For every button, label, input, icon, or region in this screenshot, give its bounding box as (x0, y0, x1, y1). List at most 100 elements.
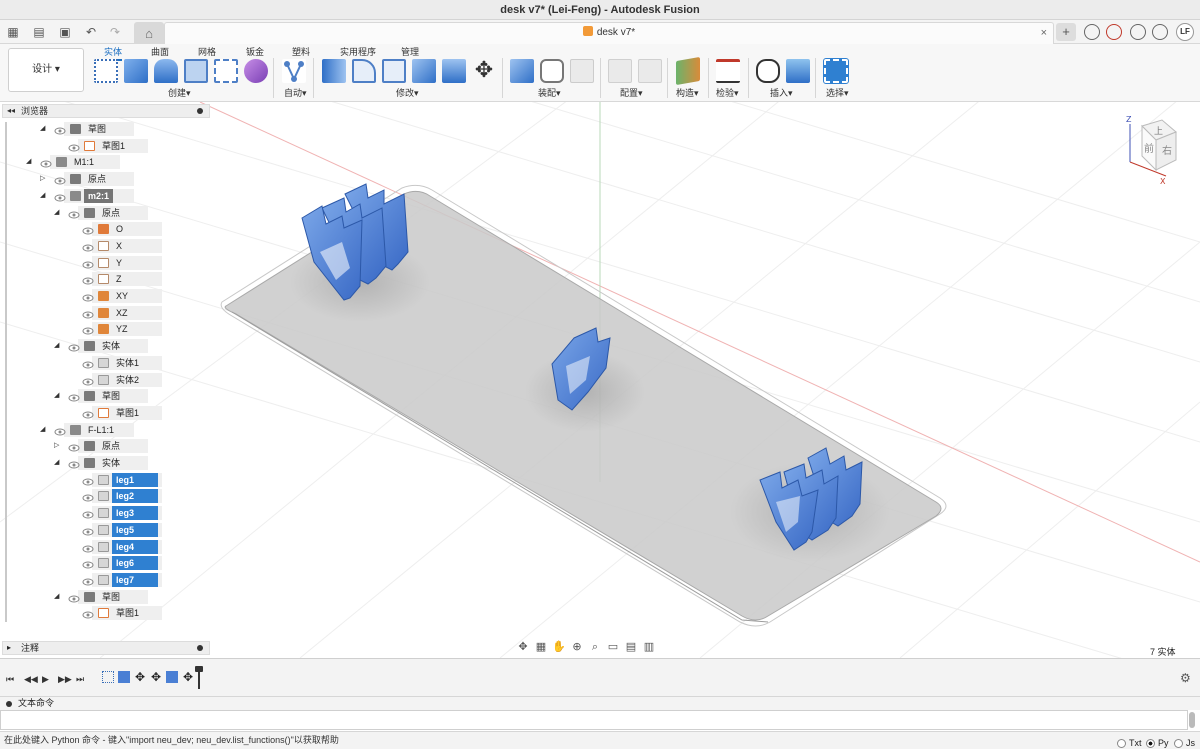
visibility-eye-icon[interactable] (82, 309, 94, 319)
create-sketch-icon[interactable] (94, 59, 118, 83)
orbit-icon[interactable]: ✥ (516, 641, 530, 653)
group-insert[interactable]: 插入▾ (770, 86, 793, 99)
visibility-eye-icon[interactable] (82, 325, 94, 335)
tab-sheetmetal[interactable]: 钣金 (246, 45, 264, 58)
table-icon[interactable] (570, 59, 594, 83)
text-command-pin-icon[interactable] (6, 701, 12, 707)
step-back-button[interactable]: ◀◀ (24, 674, 38, 685)
tree-item[interactable]: leg3 (0, 506, 210, 521)
extensions-icon[interactable] (1084, 24, 1100, 40)
visibility-eye-icon[interactable] (82, 526, 94, 536)
user-avatar[interactable]: LF (1176, 23, 1194, 41)
press-pull-icon[interactable] (322, 59, 346, 83)
collapse-arrow-icon[interactable]: ◢ (40, 423, 48, 437)
pattern-icon[interactable] (214, 59, 238, 83)
timeline-move-icon[interactable]: ✥ (134, 671, 146, 683)
expand-arrow-icon[interactable]: ▷ (40, 172, 48, 186)
tab-manage[interactable]: 管理 (401, 45, 419, 58)
new-component-icon[interactable] (510, 59, 534, 83)
close-tab-button[interactable]: × (1041, 23, 1047, 43)
help-icon[interactable] (1152, 24, 1168, 40)
tree-item[interactable]: 草图1 (0, 606, 210, 621)
visibility-eye-icon[interactable] (82, 409, 94, 419)
tree-item[interactable]: YZ (0, 322, 210, 337)
hole-icon[interactable] (184, 59, 208, 83)
visibility-eye-icon[interactable] (68, 442, 80, 452)
visibility-eye-icon[interactable] (54, 175, 66, 185)
tree-item[interactable]: Z (0, 272, 210, 287)
jobs-icon[interactable] (1130, 24, 1146, 40)
shell-icon[interactable] (382, 59, 406, 83)
tree-item[interactable]: ◢ 实体 (0, 456, 210, 470)
fillet-icon[interactable] (352, 59, 376, 83)
zoom-window-icon[interactable]: ⌕ (588, 641, 602, 653)
group-create[interactable]: 创建▾ (168, 86, 191, 99)
viewcube[interactable]: 上 前 右 Z X (1122, 112, 1182, 186)
display-settings-icon[interactable]: ▭ (606, 641, 620, 653)
visibility-eye-icon[interactable] (82, 576, 94, 586)
tree-item[interactable]: XY (0, 289, 210, 303)
tree-item[interactable]: leg4 (0, 539, 210, 554)
tab-utilities[interactable]: 实用程序 (340, 45, 376, 58)
tree-item[interactable]: ▷ 原点 (0, 439, 210, 454)
tree-item[interactable]: ▷ 原点 (0, 172, 210, 187)
collapse-arrow-icon[interactable]: ◢ (54, 339, 62, 353)
visibility-eye-icon[interactable] (68, 209, 80, 218)
grid-menu-icon[interactable]: ▦ (4, 24, 22, 40)
tree-item[interactable]: ◢ 草图 (0, 389, 210, 404)
visibility-eye-icon[interactable] (82, 275, 94, 285)
group-automate[interactable]: 自动▾ (284, 86, 307, 99)
play-button[interactable]: ▶ (42, 674, 49, 685)
visibility-eye-icon[interactable] (54, 125, 66, 135)
home-tab[interactable]: ⌂ (134, 22, 164, 44)
automate-icon[interactable] (282, 59, 306, 83)
tree-item[interactable]: XZ (0, 305, 210, 320)
visibility-eye-icon[interactable] (68, 142, 80, 152)
visibility-eye-icon[interactable] (40, 158, 52, 168)
insert-link-icon[interactable] (756, 59, 780, 83)
tree-item[interactable]: 草图1 (0, 138, 210, 153)
group-select[interactable]: 选择▾ (826, 86, 849, 99)
tab-document[interactable]: desk v7* × (164, 22, 1054, 44)
collapse-arrow-icon[interactable]: ◢ (54, 389, 62, 403)
expand-notes-icon[interactable]: ▸ (7, 642, 11, 654)
measure-icon[interactable] (716, 59, 740, 83)
grid-settings-icon[interactable]: ▤ (624, 641, 638, 653)
visibility-eye-icon[interactable] (82, 242, 94, 252)
visibility-eye-icon[interactable] (82, 259, 94, 269)
visibility-eye-icon[interactable] (68, 459, 80, 469)
visibility-eye-icon[interactable] (68, 342, 80, 352)
timeline-marker[interactable] (195, 666, 203, 689)
timeline-move-icon[interactable]: ✥ (182, 671, 194, 683)
visibility-eye-icon[interactable] (82, 359, 94, 369)
tree-item[interactable]: 实体2 (0, 372, 210, 387)
group-modify[interactable]: 修改▾ (396, 86, 419, 99)
collapse-arrow-icon[interactable]: ◢ (40, 122, 48, 136)
collapse-arrow-icon[interactable]: ◢ (54, 456, 62, 470)
tree-item[interactable]: 草图1 (0, 405, 210, 420)
step-forward-button[interactable]: ▶▶ (58, 674, 72, 685)
revolve-icon[interactable] (154, 59, 178, 83)
command-output-area[interactable] (0, 710, 1188, 730)
lang-txt-radio[interactable]: Txt (1117, 735, 1142, 749)
notifications-icon[interactable] (1106, 24, 1122, 40)
browser-pin-icon[interactable] (197, 108, 203, 114)
tree-item[interactable]: leg2 (0, 489, 210, 504)
visibility-eye-icon[interactable] (82, 559, 94, 569)
collapse-arrow-icon[interactable]: ◢ (26, 155, 34, 169)
split-icon[interactable] (442, 59, 466, 83)
collapse-arrow-icon[interactable]: ◢ (54, 590, 62, 604)
command-scrollbar[interactable] (1189, 712, 1195, 728)
tree-item[interactable]: leg7 (0, 572, 210, 587)
group-configure[interactable]: 配置▾ (620, 86, 643, 99)
tree-item[interactable]: ◢ 草图 (0, 589, 210, 604)
visibility-eye-icon[interactable] (82, 492, 94, 502)
command-input-bar[interactable]: 在此处键入 Python 命令 - 键入"import neu_dev; neu… (0, 731, 1200, 749)
redo-icon[interactable]: ↷ (106, 24, 124, 40)
group-assemble[interactable]: 装配▾ (538, 86, 561, 99)
visibility-eye-icon[interactable] (82, 376, 94, 385)
offset-plane-icon[interactable] (676, 56, 700, 86)
tree-item[interactable]: ◢ 原点 (0, 205, 210, 220)
timeline-move-icon[interactable]: ✥ (150, 671, 162, 683)
go-to-end-button[interactable]: ⏭ (76, 674, 84, 685)
